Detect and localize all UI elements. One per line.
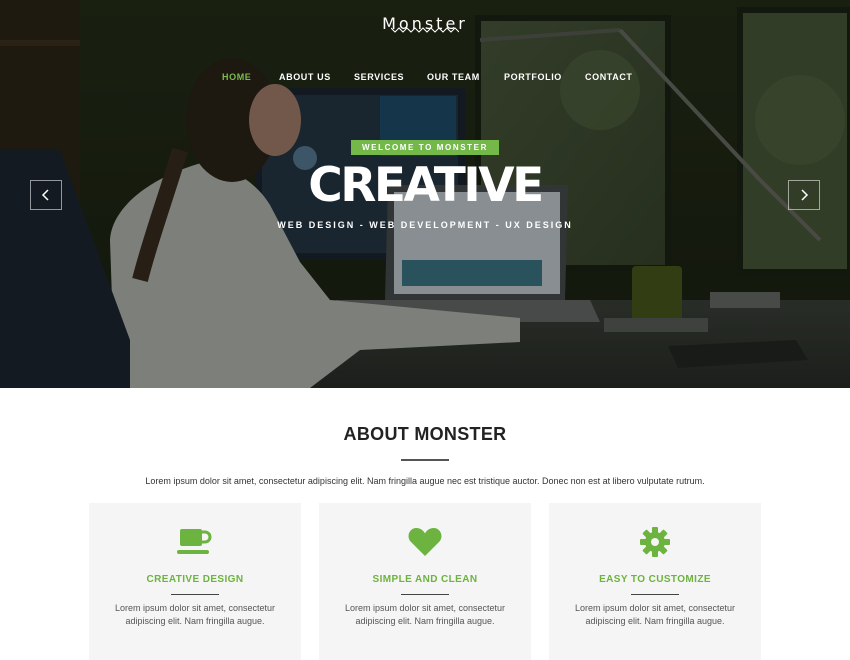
gear-icon <box>640 527 670 557</box>
welcome-badge: WELCOME TO MONSTER <box>351 140 499 155</box>
hero-headline: CREATIVE <box>308 158 544 213</box>
feature-text: Lorem ipsum dolor sit amet, consectetur … <box>574 603 736 626</box>
about-title: ABOUT MONSTER <box>343 424 507 444</box>
feature-title: EASY TO CUSTOMIZE <box>599 574 711 585</box>
logo-underline-zigzag <box>391 27 459 33</box>
feature-divider <box>631 594 679 595</box>
nav-item-home[interactable]: HOME <box>222 72 251 82</box>
about-description: Lorem ipsum dolor sit amet, consectetur … <box>145 476 705 486</box>
feature-divider <box>401 594 449 595</box>
feature-title: CREATIVE DESIGN <box>146 574 244 585</box>
slider-prev-button[interactable] <box>30 180 62 210</box>
coffee-cup-icon <box>177 529 212 554</box>
nav-item-portfolio[interactable]: PORTFOLIO <box>504 72 562 82</box>
feature-card-creative-design: CREATIVE DESIGN Lorem ipsum dolor sit am… <box>89 503 301 660</box>
nav-item-services[interactable]: SERVICES <box>354 72 404 82</box>
feature-text: Lorem ipsum dolor sit amet, consectetur … <box>344 603 506 626</box>
main-nav: HOME ABOUT US SERVICES OUR TEAM PORTFOLI… <box>0 72 850 86</box>
nav-item-about-us[interactable]: ABOUT US <box>279 72 331 82</box>
feature-card-easy-to-customize: EASY TO CUSTOMIZE Lorem ipsum dolor sit … <box>549 503 761 660</box>
chevron-left-icon <box>41 189 49 201</box>
nav-item-our-team[interactable]: OUR TEAM <box>427 72 480 82</box>
chevron-right-icon <box>801 189 809 201</box>
slider-next-button[interactable] <box>788 180 820 210</box>
hero-slider: Monster HOME ABOUT US SERVICES OUR TEAM … <box>0 0 850 388</box>
feature-card-simple-and-clean: SIMPLE AND CLEAN Lorem ipsum dolor sit a… <box>319 503 531 660</box>
about-divider <box>401 459 449 461</box>
hero-subline: WEB DESIGN - WEB DEVELOPMENT - UX DESIGN <box>277 220 573 230</box>
feature-text: Lorem ipsum dolor sit amet, consectetur … <box>114 603 276 626</box>
heart-icon <box>408 528 442 556</box>
feature-divider <box>171 594 219 595</box>
feature-title: SIMPLE AND CLEAN <box>372 574 478 585</box>
nav-item-contact[interactable]: CONTACT <box>585 72 633 82</box>
